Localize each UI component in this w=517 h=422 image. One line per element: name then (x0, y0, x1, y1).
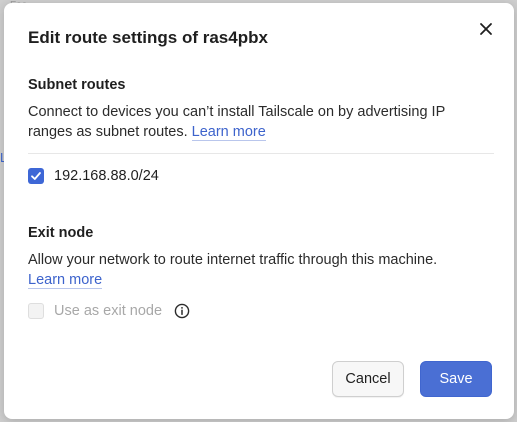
exit-node-heading: Exit node (28, 225, 94, 241)
checkmark-icon (31, 172, 41, 180)
subnet-routes-description: Connect to devices you can’t install Tai… (28, 102, 468, 142)
divider (28, 153, 494, 154)
exit-node-description: Allow your network to route internet tra… (28, 250, 468, 290)
close-button[interactable] (476, 19, 496, 39)
subnet-route-row[interactable]: 192.168.88.0/24 (28, 168, 159, 184)
subnet-routes-heading: Subnet routes (28, 77, 126, 93)
subnet-route-label: 192.168.88.0/24 (54, 168, 159, 184)
subnet-learn-more-link[interactable]: Learn more (191, 124, 266, 141)
save-button[interactable]: Save (420, 361, 492, 397)
exit-node-checkbox[interactable] (28, 303, 44, 319)
exit-node-learn-more-link[interactable]: Learn more (28, 272, 103, 289)
exit-node-checkbox-label: Use as exit node (54, 303, 163, 319)
dialog-title: Edit route settings of ras4pbx (28, 28, 268, 47)
cancel-button[interactable]: Cancel (332, 361, 404, 397)
subnet-route-checkbox[interactable] (28, 168, 44, 184)
exit-node-row: Use as exit node (28, 303, 190, 319)
info-icon[interactable] (174, 303, 190, 319)
close-icon (480, 23, 492, 35)
route-settings-dialog: Edit route settings of ras4pbx Subnet ro… (4, 3, 514, 419)
exit-node-description-text: Allow your network to route internet tra… (28, 252, 438, 268)
